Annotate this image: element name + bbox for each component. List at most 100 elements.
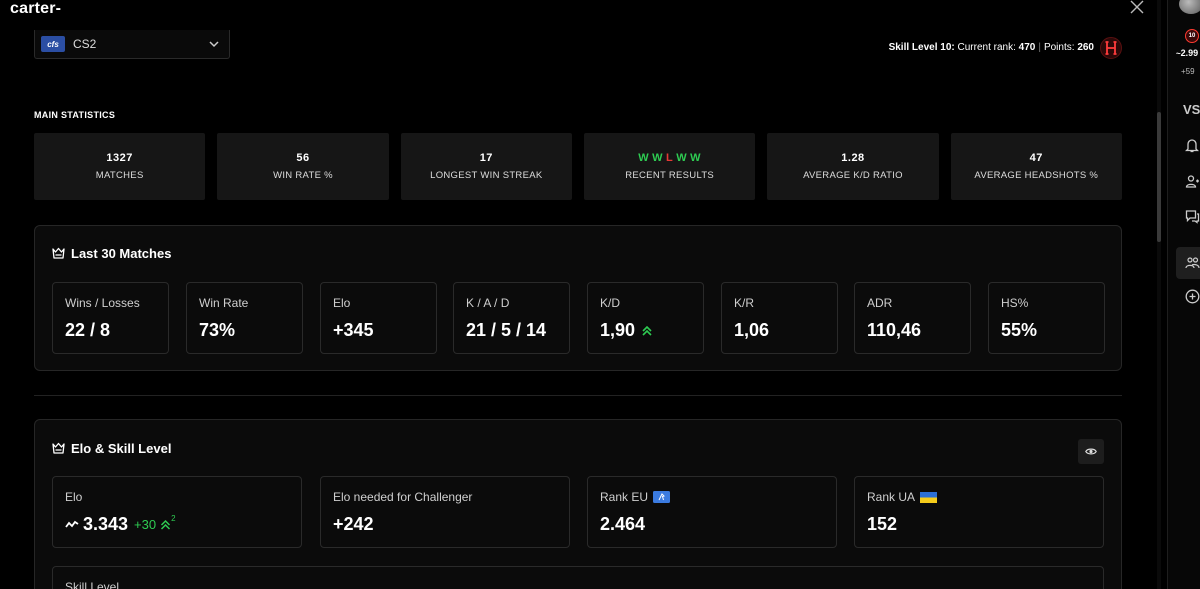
elo-card: Elo 3.343 +30 2 [52, 476, 302, 548]
main-statistics-heading: MAIN STATISTICS [34, 110, 116, 120]
card-label: Rank EU [600, 490, 649, 504]
rank-eu-card: Rank EU 2.464 [587, 476, 837, 548]
stat-label: AVERAGE K/D RATIO [803, 170, 903, 181]
stat-label: WIN RATE % [273, 170, 333, 181]
elo-change-sup: 2 [171, 514, 176, 523]
right-rail: 10 ~2.99 +59 VS [1167, 0, 1200, 589]
stat-value: 1.28 [841, 152, 865, 164]
trend-icon [65, 520, 79, 528]
stat-card-longest-win-streak: 17 LONGEST WIN STREAK [400, 133, 572, 200]
result-3: W [676, 152, 688, 164]
challenger-card: Elo needed for Challenger +242 [320, 476, 570, 548]
last30-card-kd: K/D 1,90 [587, 282, 704, 354]
rail-elo-change: +59 [1181, 67, 1195, 76]
crown-icon [52, 247, 65, 259]
friends-icon [1185, 174, 1199, 188]
section-divider [34, 395, 1122, 396]
last30-card-elo: Elo +345 [320, 282, 437, 354]
skill-level-10-icon [1100, 37, 1122, 59]
elo-skill-panel: Elo & Skill Level Elo 3.343 +30 2 Elo ne… [34, 419, 1122, 589]
result-0: W [638, 152, 650, 164]
card-value: 73% [199, 320, 236, 340]
last30-card-win-rate: Win Rate 73% [186, 282, 303, 354]
scrollbar-thumb[interactable] [1157, 112, 1161, 242]
stat-card-matches: 1327 MATCHES [34, 133, 206, 200]
card-value: 1,90 [600, 320, 636, 340]
stat-card-average-kd: 1.28 AVERAGE K/D RATIO [767, 133, 939, 200]
stat-label: AVERAGE HEADSHOTS % [974, 170, 1099, 181]
card-value: 152 [867, 514, 898, 534]
notifications-button[interactable] [1183, 136, 1200, 154]
vs-button[interactable]: VS [1183, 102, 1200, 117]
stat-value: 17 [479, 152, 493, 164]
points-value: 260 [1077, 42, 1094, 53]
recent-results: WWLWW [637, 152, 703, 164]
eu-flag-icon [653, 491, 671, 503]
party-button[interactable] [1183, 254, 1200, 272]
stat-value: 56 [296, 152, 310, 164]
close-icon [1130, 0, 1144, 14]
card-value: +242 [333, 514, 374, 534]
card-label: ADR [867, 296, 893, 310]
result-2: L [666, 152, 674, 164]
stat-label: MATCHES [95, 170, 144, 181]
game-select[interactable]: cfs CS2 [34, 30, 230, 59]
card-value: 3.343 [83, 514, 129, 534]
skill-level-label: Skill Level 10: [888, 42, 955, 53]
result-4: W [690, 152, 702, 164]
last30-card-hs: HS% 55% [988, 282, 1105, 354]
skill-level-card: Skill Level [52, 566, 1104, 589]
card-label: Elo [333, 296, 351, 310]
card-value: 1,06 [734, 320, 770, 340]
rail-elo-value: 2.99 [1180, 48, 1199, 58]
stat-value: 1327 [106, 152, 133, 164]
add-button[interactable] [1183, 287, 1200, 305]
panel-title: Last 30 Matches [71, 246, 172, 261]
toggle-visibility-button[interactable] [1078, 439, 1104, 464]
last-30-matches-heading: Last 30 Matches [52, 246, 171, 261]
card-label: Elo [65, 490, 83, 504]
elo-change: +30 [134, 517, 157, 532]
stat-card-recent-results: WWLWW RECENT RESULTS [583, 133, 756, 200]
card-value: 22 / 8 [65, 320, 111, 340]
card-label: K / A / D [466, 296, 510, 310]
last30-card-adr: ADR 110,46 [854, 282, 971, 354]
double-chevron-up-icon [642, 325, 652, 336]
card-value-wrap: 1,90 [600, 320, 653, 341]
party-icon [1184, 256, 1200, 268]
last30-card-wins-losses: Wins / Losses 22 / 8 [52, 282, 169, 354]
stat-label: RECENT RESULTS [625, 170, 715, 181]
current-rank-label: Current rank: [957, 42, 1016, 53]
game-select-value: CS2 [73, 37, 97, 51]
stat-label: LONGEST WIN STREAK [430, 170, 543, 181]
eye-icon [1085, 448, 1097, 455]
skill-level-badge: 10 [1185, 29, 1199, 43]
crown-icon [52, 442, 65, 454]
stat-card-win-rate: 56 WIN RATE % [217, 133, 389, 200]
card-label: K/R [734, 296, 755, 310]
card-value: 110,46 [867, 320, 922, 340]
card-value: 21 / 5 / 14 [466, 320, 547, 340]
card-value: +345 [333, 320, 374, 340]
last30-card-kad: K / A / D 21 / 5 / 14 [453, 282, 570, 354]
stat-card-average-headshots: 47 AVERAGE HEADSHOTS % [950, 133, 1122, 200]
card-label: HS% [1001, 296, 1029, 310]
rail-elo: ~2.99 [1176, 48, 1199, 58]
bell-icon [1185, 138, 1199, 152]
scrollbar-track[interactable] [1157, 0, 1161, 589]
last30-card-kr: K/R 1,06 [721, 282, 838, 354]
elo-value-row: 3.343 +30 2 [65, 514, 176, 535]
chat-button[interactable] [1183, 207, 1200, 225]
plus-circle-icon [1185, 289, 1199, 303]
close-button[interactable] [1126, 0, 1148, 18]
rank-eu-label-row: Rank EU [600, 490, 671, 504]
card-label: Elo needed for Challenger [333, 490, 473, 504]
avatar[interactable] [1179, 0, 1200, 14]
chat-icon [1185, 209, 1199, 224]
friends-button[interactable] [1183, 172, 1200, 190]
last-30-matches-panel: Last 30 Matches Wins / Losses 22 / 8 Win… [34, 225, 1122, 371]
elo-skill-heading: Elo & Skill Level [52, 441, 171, 456]
points-label: Points: [1043, 42, 1075, 53]
card-label: Win Rate [199, 296, 249, 310]
card-label: Wins / Losses [65, 296, 140, 310]
